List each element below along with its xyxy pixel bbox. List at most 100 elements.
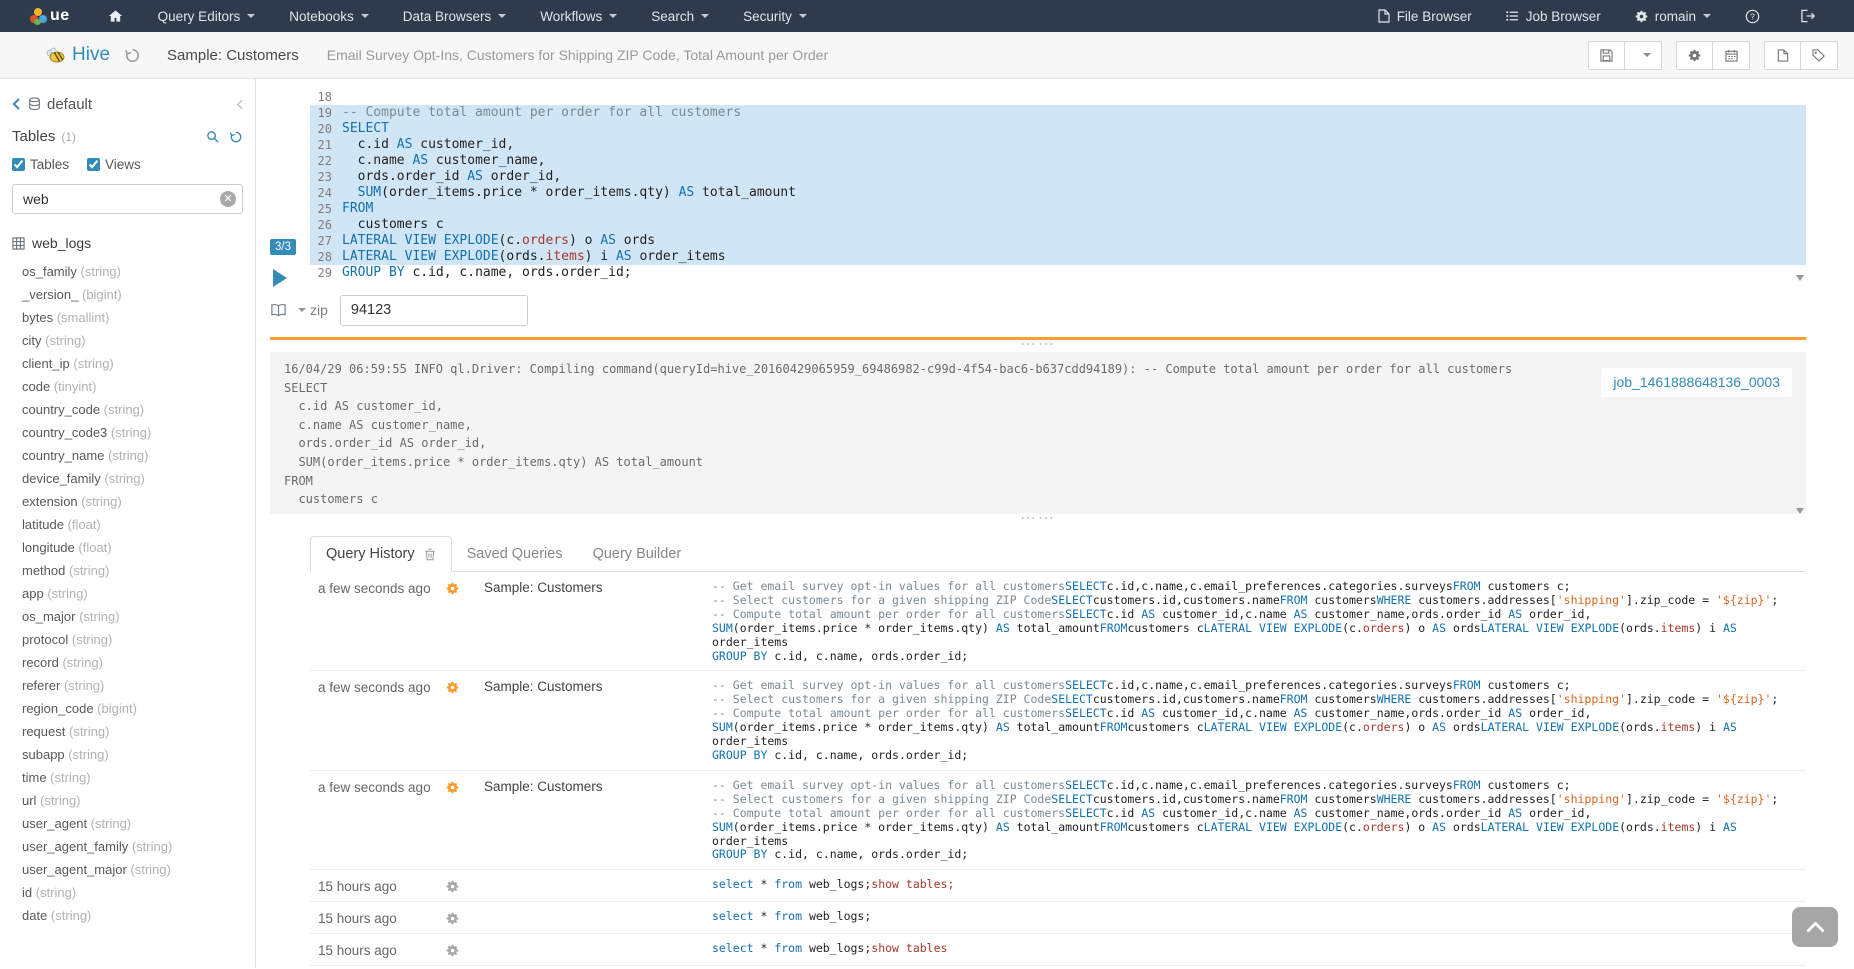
database-name[interactable]: default	[47, 96, 92, 113]
history-row[interactable]: 15 hours agoselect * from web_logs;show …	[310, 966, 1806, 968]
snippet-menu-button[interactable]	[270, 303, 310, 317]
settings-button[interactable]	[1676, 41, 1713, 70]
hive-app[interactable]: Hive	[44, 44, 110, 66]
column-item[interactable]: os_family (string)	[12, 260, 243, 283]
column-item[interactable]: app (string)	[12, 582, 243, 605]
file-browser-button[interactable]: File Browser	[1361, 0, 1489, 32]
column-item[interactable]: client_ip (string)	[12, 352, 243, 375]
column-item[interactable]: user_agent (string)	[12, 812, 243, 835]
history-row[interactable]: a few seconds agoSample: Customers-- Get…	[310, 671, 1806, 770]
column-item[interactable]: record (string)	[12, 651, 243, 674]
column-item[interactable]: latitude (float)	[12, 513, 243, 536]
resize-grip-bottom[interactable]: ⋯⋯	[270, 514, 1806, 526]
editor-line[interactable]: 20SELECT	[310, 121, 1806, 137]
table-search-input[interactable]	[12, 184, 243, 214]
column-item[interactable]: os_major (string)	[12, 605, 243, 628]
tab-query-history[interactable]: Query History	[310, 536, 452, 572]
editor-line[interactable]: 21 c.id AS customer_id,	[310, 137, 1806, 153]
save-button[interactable]	[1588, 41, 1625, 70]
job-link[interactable]: job_1461888648136_0003	[1613, 374, 1780, 390]
scroll-down-icon[interactable]	[1796, 275, 1804, 281]
clear-search-icon[interactable]: ✕	[220, 191, 236, 207]
editor-scrollbar[interactable]	[1794, 89, 1806, 281]
column-item[interactable]: city (string)	[12, 329, 243, 352]
editor-line[interactable]: 24 SUM(order_items.price * order_items.q…	[310, 185, 1806, 201]
filter-views-checkbox[interactable]: Views	[87, 157, 141, 172]
column-item[interactable]: user_agent_major (string)	[12, 858, 243, 881]
editor-line[interactable]: 19-- Compute total amount per order for …	[310, 105, 1806, 121]
editor-line[interactable]: 29GROUP BY c.id, c.name, ords.order_id;	[310, 265, 1806, 281]
nav-menu-notebooks[interactable]: Notebooks	[272, 0, 386, 32]
tags-button[interactable]	[1801, 41, 1838, 70]
column-item[interactable]: url (string)	[12, 789, 243, 812]
hue-logo[interactable]: ue	[0, 0, 90, 32]
column-item[interactable]: longitude (float)	[12, 536, 243, 559]
search-tables-icon[interactable]	[206, 130, 219, 143]
variable-zip-input[interactable]	[340, 295, 528, 326]
column-item[interactable]: country_code3 (string)	[12, 421, 243, 444]
clear-history-icon[interactable]	[424, 548, 436, 561]
sign-out-button[interactable]	[1784, 0, 1840, 32]
editor-line[interactable]: 25FROM	[310, 201, 1806, 217]
scroll-down-icon[interactable]	[1796, 508, 1804, 514]
user-menu[interactable]: romain	[1618, 0, 1728, 32]
column-item[interactable]: country_name (string)	[12, 444, 243, 467]
nav-menu-workflows[interactable]: Workflows	[523, 0, 634, 32]
execute-button[interactable]	[273, 269, 287, 287]
column-item[interactable]: subapp (string)	[12, 743, 243, 766]
save-dropdown-button[interactable]	[1625, 41, 1662, 70]
history-row[interactable]: 15 hours agoselect * from web_logs;show …	[310, 870, 1806, 902]
back-button[interactable]	[12, 98, 20, 110]
history-row[interactable]: a few seconds agoSample: Customers-- Get…	[310, 572, 1806, 671]
column-item[interactable]: id (string)	[12, 881, 243, 904]
collapse-assist-icon[interactable]	[236, 99, 243, 110]
column-type: (string)	[104, 448, 148, 463]
column-item[interactable]: time (string)	[12, 766, 243, 789]
column-item[interactable]: user_agent_family (string)	[12, 835, 243, 858]
column-item[interactable]: request (string)	[12, 720, 243, 743]
scroll-to-top-button[interactable]	[1792, 907, 1838, 947]
column-item[interactable]: bytes (smallint)	[12, 306, 243, 329]
editor-line[interactable]: 27LATERAL VIEW EXPLODE(c.orders) o AS or…	[310, 233, 1806, 249]
column-item[interactable]: extension (string)	[12, 490, 243, 513]
editor-line[interactable]: 28LATERAL VIEW EXPLODE(ords.items) i AS …	[310, 249, 1806, 265]
editor-line[interactable]: 23 ords.order_id AS order_id,	[310, 169, 1806, 185]
schedule-button[interactable]	[1713, 41, 1750, 70]
sql-editor[interactable]: 1819-- Compute total amount per order fo…	[310, 89, 1806, 281]
history-row[interactable]: 15 hours agoselect * from web_logs;show …	[310, 934, 1806, 966]
resize-grip-top[interactable]: ⋯⋯	[270, 340, 1806, 352]
history-row[interactable]: a few seconds agoSample: Customers-- Get…	[310, 771, 1806, 870]
tables-checkbox[interactable]	[12, 158, 25, 171]
log-scrollbar[interactable]	[1794, 352, 1806, 514]
column-item[interactable]: date (string)	[12, 904, 243, 927]
job-browser-button[interactable]: Job Browser	[1489, 0, 1618, 32]
help-button[interactable]: ?	[1728, 0, 1784, 32]
history-row[interactable]: 15 hours agoselect * from web_logs;	[310, 902, 1806, 934]
help-icon: ?	[1745, 9, 1760, 24]
refresh-tables-icon[interactable]	[229, 130, 243, 144]
column-item[interactable]: device_family (string)	[12, 467, 243, 490]
column-item[interactable]: region_code (bigint)	[12, 697, 243, 720]
home-button[interactable]	[90, 0, 141, 32]
nav-menu-data-browsers[interactable]: Data Browsers	[386, 0, 524, 32]
new-query-button[interactable]	[1764, 41, 1801, 70]
column-name: user_agent	[22, 816, 87, 831]
tab-query-builder[interactable]: Query Builder	[578, 536, 697, 572]
column-item[interactable]: referer (string)	[12, 674, 243, 697]
column-item[interactable]: country_code (string)	[12, 398, 243, 421]
table-item-web-logs[interactable]: web_logs	[12, 230, 243, 256]
editor-line[interactable]: 22 c.name AS customer_name,	[310, 153, 1806, 169]
column-item[interactable]: method (string)	[12, 559, 243, 582]
editor-line[interactable]: 26 customers c	[310, 217, 1806, 233]
tab-saved-queries[interactable]: Saved Queries	[452, 536, 578, 572]
column-item[interactable]: code (tinyint)	[12, 375, 243, 398]
nav-menu-search[interactable]: Search	[634, 0, 726, 32]
column-item[interactable]: protocol (string)	[12, 628, 243, 651]
query-history-icon[interactable]	[124, 47, 141, 64]
views-checkbox[interactable]	[87, 158, 100, 171]
filter-tables-checkbox[interactable]: Tables	[12, 157, 69, 172]
column-item[interactable]: _version_ (bigint)	[12, 283, 243, 306]
nav-menu-security[interactable]: Security	[726, 0, 824, 32]
nav-menu-query-editors[interactable]: Query Editors	[141, 0, 273, 32]
editor-line[interactable]: 18	[310, 89, 1806, 105]
